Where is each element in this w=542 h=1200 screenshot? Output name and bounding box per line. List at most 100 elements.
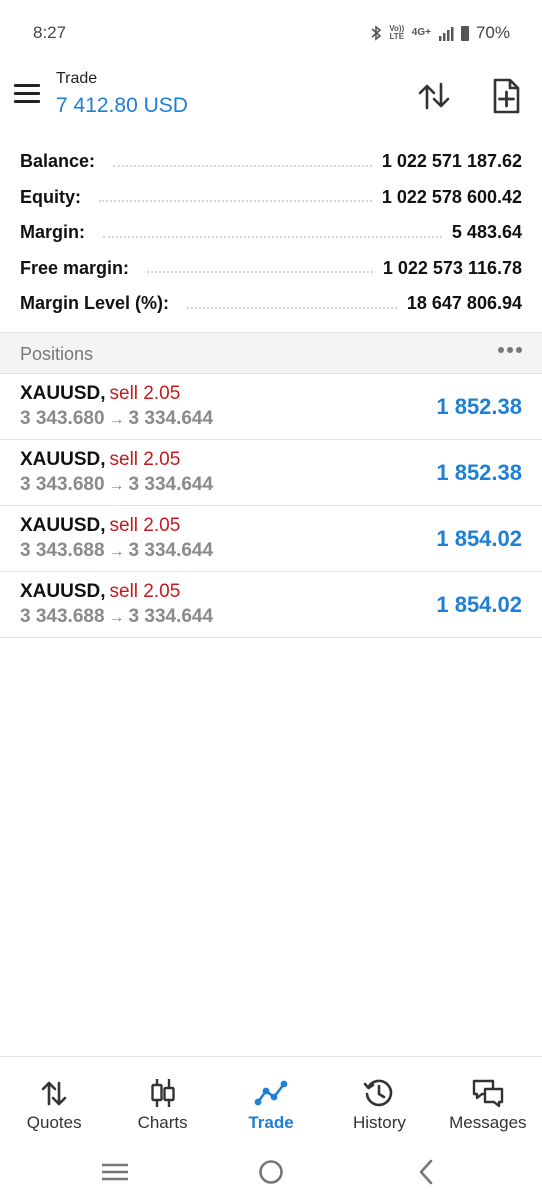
- summary-margin-level: Margin Level (%): 18 647 806.94: [0, 286, 542, 322]
- current-price: 3 334.644: [128, 408, 214, 429]
- page-title: Trade: [56, 70, 98, 87]
- positions-list: XAUUSD, sell 2.05 3 343.680 → 3 334.644 1 8…: [0, 374, 542, 638]
- separator: ,: [100, 581, 106, 602]
- nav-label: Messages: [449, 1113, 527, 1132]
- messages-icon: [472, 1079, 504, 1108]
- back-icon[interactable]: [412, 1158, 442, 1186]
- position-symbol: XAUUSD: [20, 515, 101, 536]
- open-price: 3 343.680: [20, 408, 105, 429]
- summary-label: Balance:: [20, 151, 96, 172]
- nav-label: History: [352, 1113, 406, 1132]
- system-nav-bar: [0, 1144, 542, 1200]
- position-prices: 3 343.680 → 3 334.644: [20, 408, 213, 430]
- new-document-icon: [493, 78, 520, 114]
- arrow-icon: →: [108, 543, 125, 560]
- current-price: 3 334.644: [128, 606, 214, 627]
- app-header: Trade 7 412.80 USD: [0, 64, 542, 134]
- status-icons: Vo)) LTE 4G+ 70%: [370, 23, 510, 43]
- summary-balance: Balance: 1 022 571 187.62: [0, 144, 542, 180]
- summary-free-margin: Free margin: 1 022 573 116.78: [0, 251, 542, 287]
- summary-label: Free margin:: [20, 257, 130, 278]
- dotted-leader: [147, 263, 373, 274]
- open-price: 3 343.688: [20, 606, 105, 627]
- nav-label: Charts: [137, 1113, 188, 1132]
- separator: ,: [100, 449, 106, 470]
- bluetooth-icon: [371, 25, 382, 41]
- new-order-button[interactable]: [486, 76, 526, 116]
- separator: ,: [100, 515, 106, 536]
- nav-quotes[interactable]: Quotes: [0, 1057, 108, 1144]
- more-options-icon[interactable]: [498, 347, 522, 353]
- dotted-leader: [103, 228, 442, 238]
- position-title: XAUUSD, sell 2.05: [20, 383, 180, 405]
- position-profit: 1 854.02: [436, 526, 522, 551]
- nav-trade[interactable]: Trade: [217, 1057, 325, 1144]
- summary-value: 1 022 573 116.78: [382, 257, 522, 278]
- nav-charts[interactable]: Charts: [108, 1057, 216, 1144]
- arrow-icon: →: [108, 477, 125, 494]
- position-title: XAUUSD, sell 2.05: [20, 581, 180, 603]
- volte-icon: Vo)) LTE: [389, 24, 405, 41]
- summary-label: Margin Level (%):: [20, 293, 170, 314]
- home-icon[interactable]: [256, 1158, 286, 1186]
- summary-value: 5 483.64: [451, 222, 522, 243]
- battery-percent: 70%: [475, 23, 510, 42]
- history-icon: [364, 1079, 393, 1107]
- position-row[interactable]: XAUUSD, sell 2.05 3 343.680 → 3 334.644 1 8…: [0, 374, 542, 440]
- position-prices: 3 343.680 → 3 334.644: [20, 474, 213, 496]
- nav-label: Trade: [248, 1113, 294, 1132]
- summary-label: Equity:: [20, 186, 81, 207]
- dotted-leader: [99, 192, 372, 203]
- signal-icon: [438, 26, 454, 41]
- account-summary: Balance: 1 022 571 187.62 Equity: 1 022 …: [0, 144, 542, 322]
- open-price: 3 343.680: [20, 474, 105, 495]
- position-row[interactable]: XAUUSD, sell 2.05 3 343.680 → 3 334.644 1 8…: [0, 440, 542, 506]
- position-side: sell 2.05: [109, 581, 181, 602]
- quotes-icon: [41, 1081, 67, 1106]
- current-price: 3 334.644: [128, 474, 214, 495]
- summary-value: 18 647 806.94: [406, 293, 522, 314]
- position-row[interactable]: XAUUSD, sell 2.05 3 343.688 → 3 334.644 1 8…: [0, 572, 542, 638]
- positions-header: Positions: [0, 332, 542, 374]
- network-type: 4G+: [411, 27, 431, 38]
- summary-equity: Equity: 1 022 578 600.42: [0, 180, 542, 216]
- status-time: 8:27: [33, 23, 67, 42]
- nav-messages[interactable]: Messages: [434, 1057, 542, 1144]
- nav-history[interactable]: History: [325, 1057, 433, 1144]
- status-bar: 8:27 Vo)) LTE 4G+ 70%: [0, 0, 542, 64]
- position-profit: 1 852.38: [436, 460, 522, 485]
- open-price: 3 343.688: [20, 540, 105, 561]
- nav-label: Quotes: [26, 1113, 82, 1132]
- dotted-leader: [187, 299, 397, 309]
- summary-value: 1 022 571 187.62: [381, 151, 522, 172]
- summary-margin: Margin: 5 483.64: [0, 215, 542, 251]
- summary-value: 1 022 578 600.42: [381, 186, 522, 207]
- position-prices: 3 343.688 → 3 334.644: [20, 540, 213, 562]
- position-side: sell 2.05: [109, 515, 181, 536]
- header-profit: 7 412.80 USD: [56, 94, 188, 117]
- position-title: XAUUSD, sell 2.05: [20, 515, 180, 537]
- menu-icon[interactable]: [14, 84, 42, 106]
- sort-icon: [418, 82, 450, 110]
- positions-title: Positions: [20, 344, 94, 364]
- trade-icon: [254, 1080, 288, 1106]
- current-price: 3 334.644: [128, 540, 214, 561]
- position-row[interactable]: XAUUSD, sell 2.05 3 343.688 → 3 334.644 1 8…: [0, 506, 542, 572]
- position-profit: 1 852.38: [436, 394, 522, 419]
- battery-icon: [460, 25, 469, 41]
- summary-label: Margin:: [20, 222, 85, 243]
- separator: ,: [100, 383, 106, 404]
- arrow-icon: →: [108, 411, 125, 428]
- position-symbol: XAUUSD: [20, 383, 101, 404]
- position-side: sell 2.05: [109, 449, 181, 470]
- arrow-icon: →: [108, 609, 125, 626]
- position-side: sell 2.05: [109, 383, 181, 404]
- bottom-nav: Quotes Charts Trade History Messages: [0, 1056, 542, 1144]
- position-symbol: XAUUSD: [20, 581, 101, 602]
- sort-button[interactable]: [414, 76, 454, 116]
- charts-icon: [150, 1079, 175, 1107]
- position-title: XAUUSD, sell 2.05: [20, 449, 180, 471]
- position-symbol: XAUUSD: [20, 449, 101, 470]
- recent-apps-icon[interactable]: [100, 1158, 130, 1186]
- position-prices: 3 343.688 → 3 334.644: [20, 606, 213, 628]
